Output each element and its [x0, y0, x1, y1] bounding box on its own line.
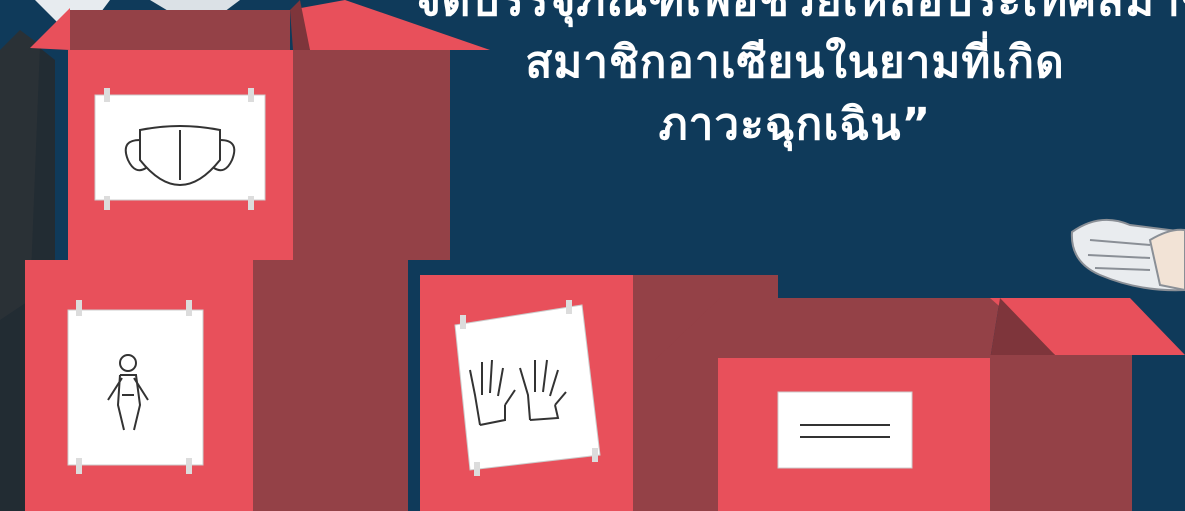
gloved-hands-icon — [1070, 218, 1185, 292]
box-open — [655, 298, 1185, 511]
boxes-illustration — [0, 0, 1185, 511]
box-mask — [30, 0, 490, 260]
box-protective-suit — [25, 260, 408, 511]
